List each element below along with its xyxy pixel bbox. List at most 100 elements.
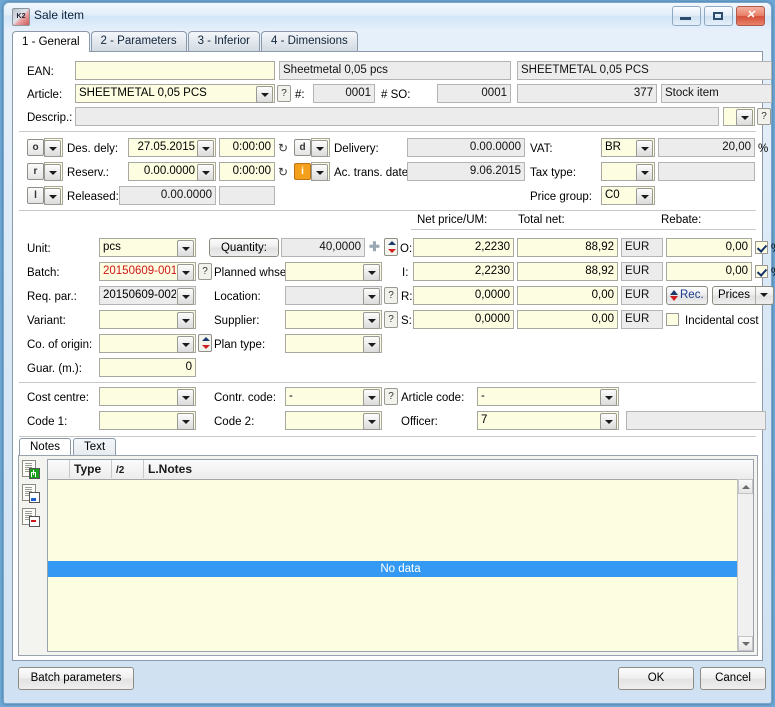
chevron-down-icon[interactable] [636, 140, 653, 157]
chevron-down-icon[interactable] [311, 164, 328, 181]
batch-combo[interactable]: 20150609-001 [99, 262, 196, 281]
incidental-cost-checkbox[interactable] [666, 313, 679, 326]
variant-combo[interactable] [99, 310, 196, 329]
chevron-down-icon[interactable] [177, 288, 194, 305]
chevron-down-icon[interactable] [363, 264, 380, 281]
price-group-combo[interactable]: C0 [601, 186, 655, 205]
clock-icon[interactable]: ↻ [278, 165, 288, 179]
article-code-combo[interactable]: - [477, 387, 619, 406]
descrip-input[interactable] [75, 107, 719, 126]
des-dely-time[interactable]: 0:00:00 [219, 138, 275, 157]
supplier-help-icon[interactable]: ? [384, 311, 398, 328]
tax-type-combo[interactable] [601, 162, 655, 181]
chevron-down-icon[interactable] [197, 140, 214, 157]
add-note-icon[interactable] [22, 460, 40, 479]
chevron-down-icon[interactable] [600, 389, 617, 406]
prices-button[interactable]: Prices [712, 286, 774, 305]
unit-combo[interactable]: pcs [99, 238, 196, 257]
chevron-down-icon[interactable] [177, 264, 194, 281]
order-spinner[interactable] [384, 238, 398, 256]
chevron-down-icon[interactable] [363, 288, 380, 305]
chevron-down-icon[interactable] [44, 188, 61, 205]
plan-type-combo[interactable] [285, 334, 382, 353]
chevron-down-icon[interactable] [600, 413, 617, 430]
chevron-down-icon[interactable] [44, 164, 61, 181]
rebate-o[interactable]: 0,00 [666, 238, 752, 257]
chevron-down-icon[interactable] [363, 336, 380, 353]
chevron-down-icon[interactable] [177, 413, 194, 430]
contr-code-help-icon[interactable]: ? [384, 388, 398, 405]
rebate-i[interactable]: 0,00 [666, 262, 752, 281]
chevron-down-icon[interactable] [755, 287, 773, 304]
flag-i-combo[interactable] [311, 162, 330, 181]
grid-col-type[interactable]: Type [70, 460, 112, 478]
tab-inferior[interactable]: 3 - Inferior [187, 31, 261, 51]
chevron-down-icon[interactable] [311, 140, 328, 157]
code2-combo[interactable] [285, 411, 382, 430]
flag-r-combo[interactable] [44, 162, 63, 181]
minimize-button[interactable] [672, 6, 701, 26]
ok-button[interactable]: OK [618, 667, 694, 690]
chevron-down-icon[interactable] [636, 164, 653, 181]
officer-combo[interactable]: 7 [477, 411, 619, 430]
grid-col-selector[interactable] [48, 460, 70, 478]
net-price-s[interactable]: 0,0000 [413, 310, 514, 329]
edit-note-icon[interactable] [22, 484, 40, 503]
grid-col-fraction[interactable]: /2 [112, 460, 144, 478]
cancel-button[interactable]: Cancel [700, 667, 766, 690]
contr-code-combo[interactable]: - [285, 387, 382, 406]
chevron-down-icon[interactable] [636, 188, 653, 205]
chevron-down-icon[interactable] [363, 389, 380, 406]
tab-parameters[interactable]: 2 - Parameters [90, 31, 187, 51]
req-par-combo[interactable]: 20150609-002 [99, 286, 196, 305]
flag-i-button[interactable]: i [294, 163, 311, 180]
total-net-i[interactable]: 88,92 [517, 262, 618, 281]
chevron-down-icon[interactable] [363, 312, 380, 329]
rebate-pct-checkbox-i[interactable] [755, 265, 768, 278]
chevron-down-icon[interactable] [177, 389, 194, 406]
flag-o-button[interactable]: o [27, 139, 44, 156]
chevron-down-icon[interactable] [256, 86, 273, 103]
location-help-icon[interactable]: ? [384, 287, 398, 304]
des-dely-date-combo[interactable]: 27.05.2015 [128, 138, 216, 157]
batch-help-icon[interactable]: ? [198, 263, 212, 280]
delete-note-icon[interactable] [22, 508, 40, 527]
flag-l-button[interactable]: l [27, 187, 44, 204]
net-price-r[interactable]: 0,0000 [413, 286, 514, 305]
location-combo[interactable] [285, 286, 382, 305]
chevron-down-icon[interactable] [177, 336, 194, 353]
rebate-pct-checkbox-o[interactable] [755, 241, 768, 254]
grid-col-lnotes[interactable]: L.Notes [144, 460, 737, 478]
chevron-down-icon[interactable] [363, 413, 380, 430]
scroll-down-icon[interactable] [738, 636, 753, 651]
scroll-up-icon[interactable] [738, 479, 753, 494]
guarantee-value[interactable]: 0 [99, 358, 196, 377]
rec-button[interactable]: Rec. [666, 286, 708, 305]
code1-combo[interactable] [99, 411, 196, 430]
notes-grid[interactable]: Type /2 L.Notes No data [47, 459, 754, 652]
supplier-combo[interactable] [285, 310, 382, 329]
flag-l-combo[interactable] [44, 186, 63, 205]
tab-dimensions[interactable]: 4 - Dimensions [261, 31, 358, 51]
notes-subtab-text[interactable]: Text [73, 438, 117, 455]
chevron-down-icon[interactable] [736, 109, 753, 126]
co-of-origin-combo[interactable] [99, 334, 196, 353]
flag-r-button[interactable]: r [27, 163, 44, 180]
reserv-time[interactable]: 0:00:00 [219, 162, 275, 181]
total-net-o[interactable]: 88,92 [517, 238, 618, 257]
net-price-i[interactable]: 2,2230 [413, 262, 514, 281]
plus-icon[interactable]: ✚ [369, 240, 380, 253]
ean-input[interactable] [75, 61, 275, 80]
reserv-date-combo[interactable]: 0.00.0000 [128, 162, 216, 181]
total-net-r[interactable]: 0,00 [517, 286, 618, 305]
flag-d-combo[interactable] [311, 138, 330, 157]
net-price-o[interactable]: 2,2230 [413, 238, 514, 257]
cost-centre-combo[interactable] [99, 387, 196, 406]
maximize-button[interactable] [704, 6, 733, 26]
close-button[interactable]: ✕ [736, 6, 765, 26]
descrip-help-icon[interactable]: ? [757, 108, 771, 125]
plan-type-spinner[interactable] [198, 334, 212, 352]
chevron-down-icon[interactable] [177, 240, 194, 257]
article-help-icon[interactable]: ? [277, 85, 291, 102]
descrip-combo[interactable] [723, 107, 755, 126]
